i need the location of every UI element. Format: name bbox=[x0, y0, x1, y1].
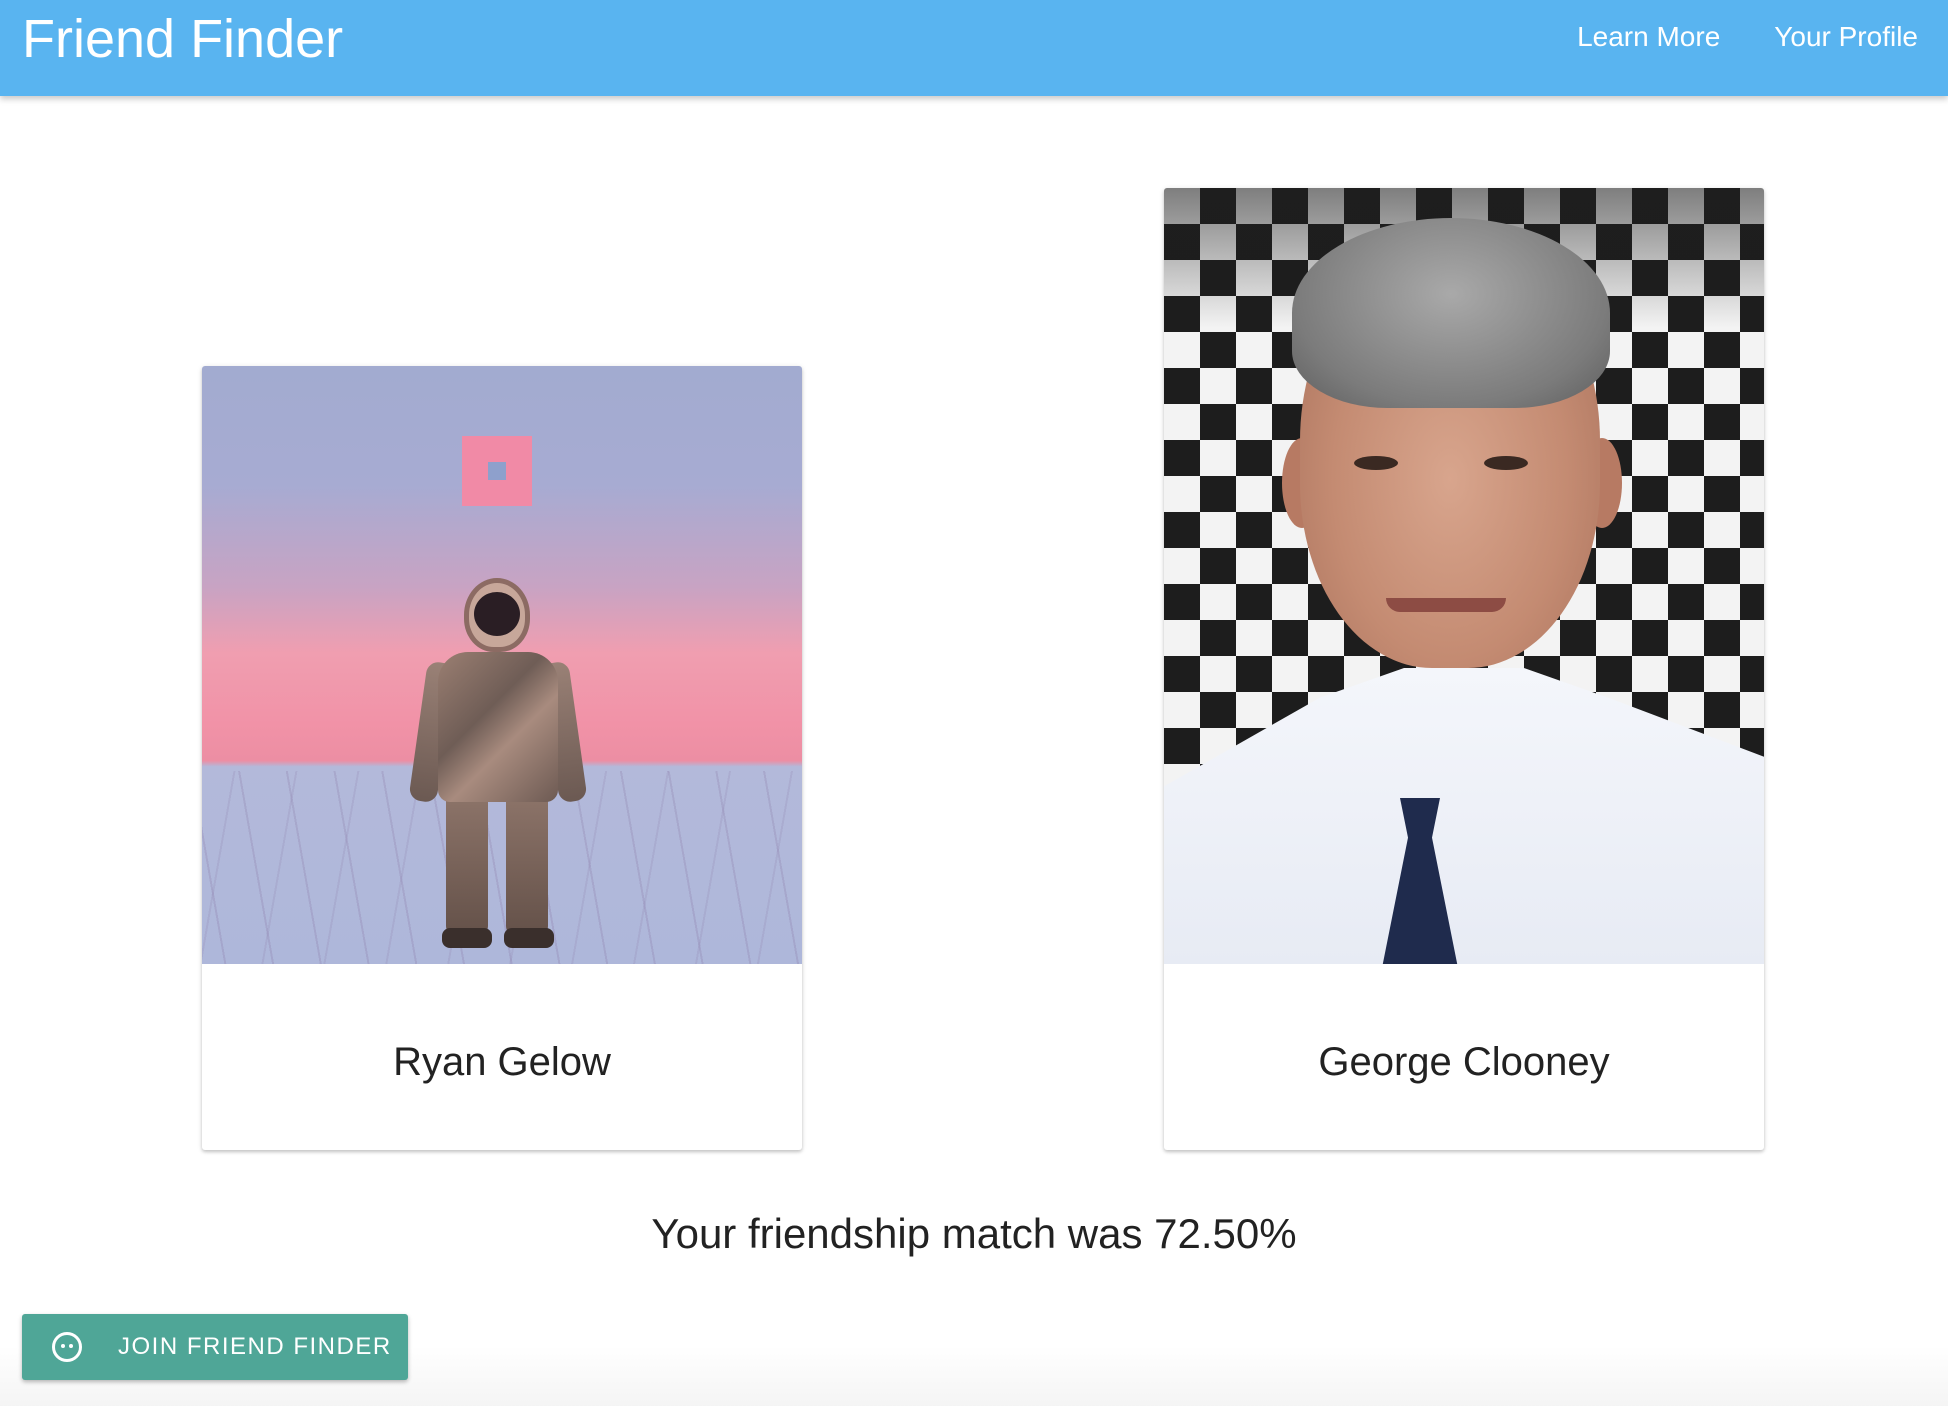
face-icon bbox=[52, 1332, 82, 1362]
navbar: Friend Finder Learn More Your Profile bbox=[0, 0, 1948, 96]
match-result: Your friendship match was 72.50% bbox=[651, 1210, 1297, 1257]
join-friend-finder-button[interactable]: JOIN FRIEND FINDER bbox=[22, 1314, 408, 1380]
painting-square bbox=[462, 436, 532, 506]
nav-learn-more[interactable]: Learn More bbox=[1577, 21, 1720, 53]
astronaut-figure bbox=[438, 652, 558, 802]
nav-links: Learn More Your Profile bbox=[1523, 0, 1918, 74]
profile-card-user: Ryan Gelow bbox=[202, 366, 802, 1150]
portrait-hair bbox=[1292, 218, 1610, 408]
profile-name-user: Ryan Gelow bbox=[393, 1040, 611, 1084]
profile-image-user bbox=[202, 366, 802, 964]
join-button-label: JOIN FRIEND FINDER bbox=[118, 1333, 392, 1360]
profile-card-match: George Clooney bbox=[1164, 188, 1764, 1150]
brand-logo[interactable]: Friend Finder bbox=[22, 8, 343, 70]
portrait-photo bbox=[1164, 188, 1764, 964]
profile-name-match: George Clooney bbox=[1318, 1040, 1610, 1084]
nav-your-profile[interactable]: Your Profile bbox=[1774, 21, 1918, 53]
astronaut-painting bbox=[202, 366, 802, 964]
profile-image-match bbox=[1164, 188, 1764, 964]
